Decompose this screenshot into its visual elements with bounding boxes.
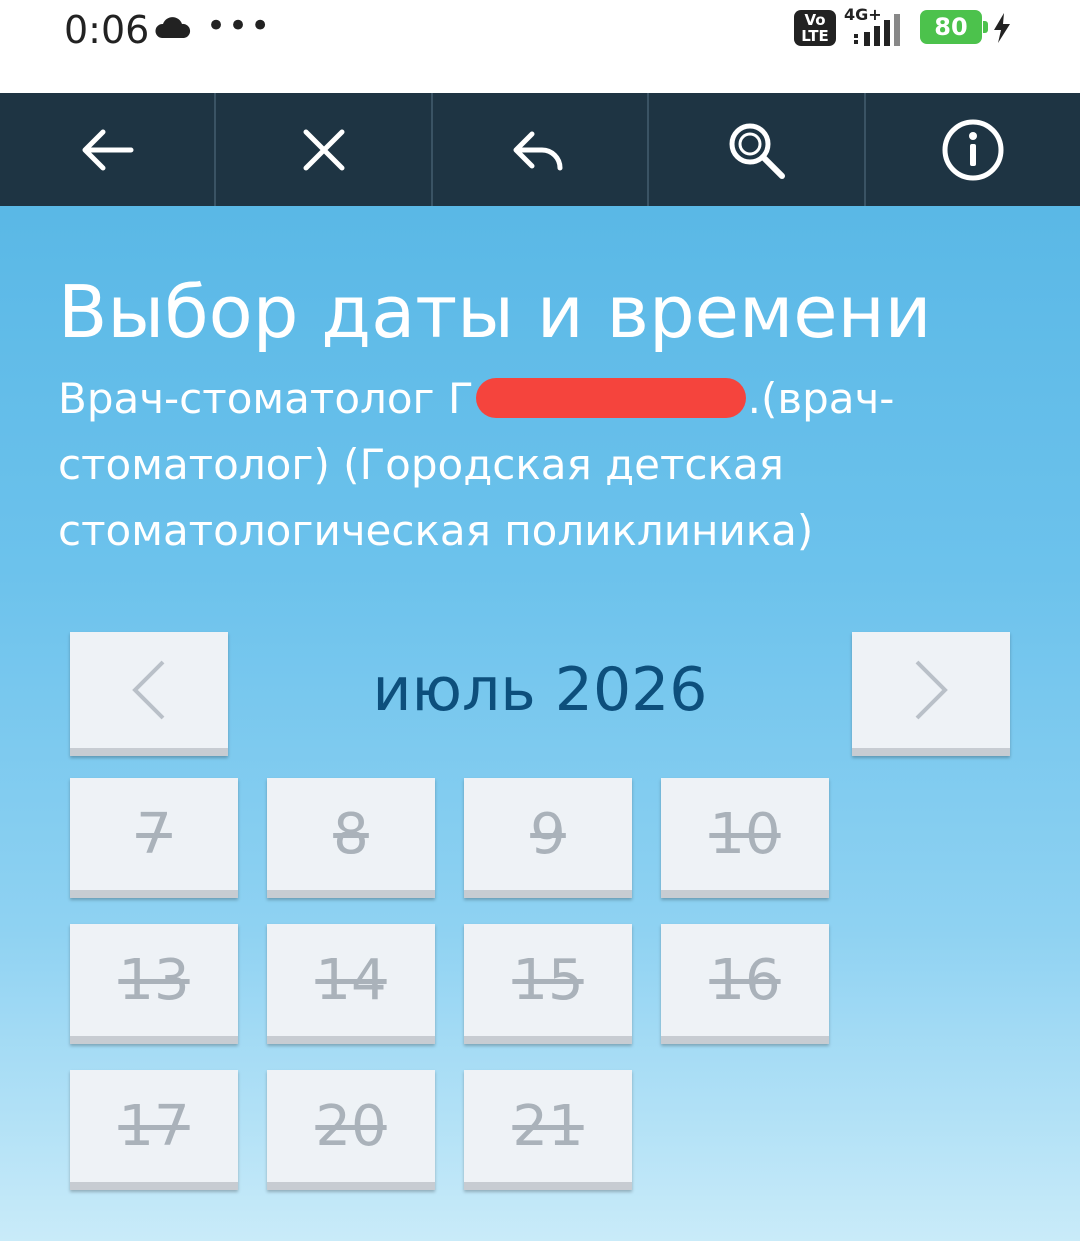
day-cell[interactable]: 14 [267,924,435,1044]
charging-icon [994,13,1010,43]
reply-icon [513,131,563,170]
more-notifications-icon: ••• [206,6,273,46]
next-month-button[interactable] [852,632,1010,756]
day-cell[interactable]: 15 [464,924,632,1044]
back-button[interactable] [0,93,217,206]
toolbar [0,93,1080,206]
redaction-mark [475,377,746,418]
content-area: Выбор даты и времени Врач-стоматолог Г .(… [0,206,1080,1241]
day-cell[interactable]: 20 [267,1070,435,1190]
chevron-right-icon [915,660,948,720]
back-arrow-icon [82,129,134,170]
day-cell[interactable]: 10 [661,778,829,898]
info-button[interactable] [866,93,1080,206]
chevron-left-icon [132,660,165,720]
day-cell[interactable]: 9 [464,778,632,898]
month-label: июль 2026 [372,655,708,725]
doctor-info: Врач-стоматолог Г .(врач-стоматолог) (Гор… [58,366,958,564]
page-title: Выбор даты и времени [58,270,932,354]
close-button[interactable] [216,93,433,206]
info-icon [942,119,1004,180]
day-cell[interactable]: 21 [464,1070,632,1190]
day-cell[interactable]: 7 [70,778,238,898]
cloud-icon [155,17,191,38]
battery-icon: 80 [920,10,988,44]
search-icon [729,123,786,179]
signal-icon [854,14,900,46]
doctor-name-prefix: Врач-стоматолог Г [58,374,474,423]
day-cell[interactable]: 8 [267,778,435,898]
search-button[interactable] [649,93,866,206]
day-cell[interactable]: 17 [70,1070,238,1190]
status-time: 0:06 [64,8,150,52]
prev-month-button[interactable] [70,632,228,756]
volte-icon: Vo LTE [794,10,836,46]
reply-button[interactable] [433,93,650,206]
status-bar: 0:06 ••• Vo LTE 4G+ 80 [0,0,1080,93]
close-icon [303,129,345,170]
day-cell[interactable]: 13 [70,924,238,1044]
day-cell[interactable]: 16 [661,924,829,1044]
